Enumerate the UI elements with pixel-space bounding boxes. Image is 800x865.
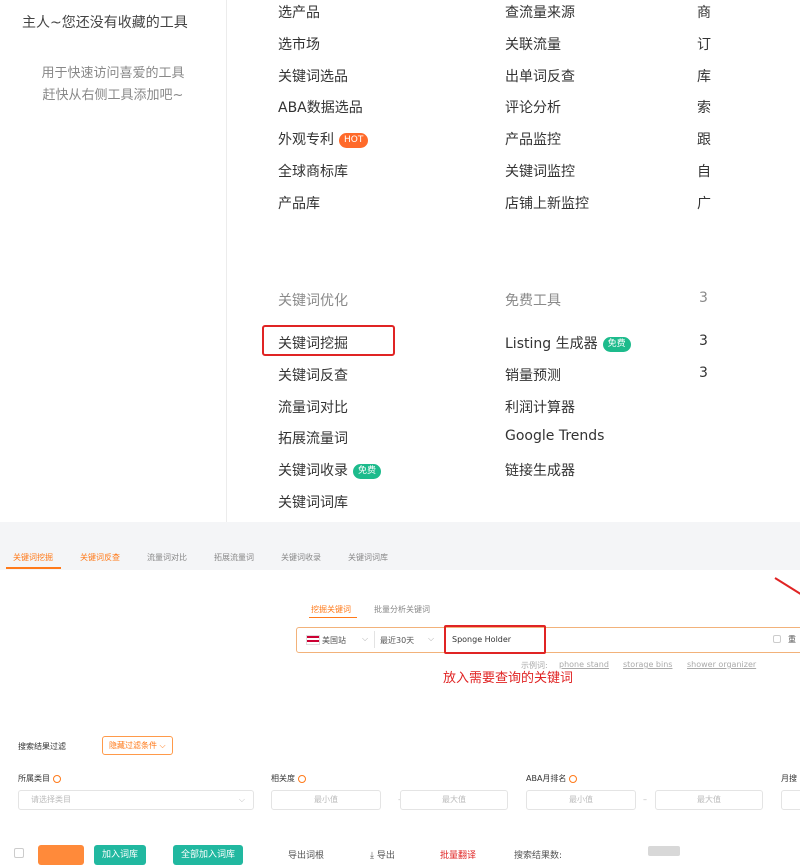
checkbox[interactable] xyxy=(773,635,781,643)
search-tab-mine[interactable]: 挖掘关键词 xyxy=(311,604,351,615)
menu-item-cut[interactable]: 3 xyxy=(699,365,708,381)
relevance-max-input[interactable]: 最大值 xyxy=(400,790,508,810)
menu-item-listing-generator[interactable]: Listing 生成器 免费 xyxy=(505,333,631,353)
menu-item-keyword-library[interactable]: 关键词词库 xyxy=(278,492,348,512)
hide-filter-label: 隐藏过滤条件 xyxy=(109,741,157,750)
hide-filter-toggle[interactable]: 隐藏过滤条件 ⌵ xyxy=(102,736,173,755)
aba-rank-label: ABA月排名 xyxy=(526,773,578,784)
period-select[interactable]: 最近30天 xyxy=(380,635,414,646)
menu-item-keyword-monitor[interactable]: 关键词监控 xyxy=(505,161,575,181)
menu-item-keyword-product[interactable]: 关键词选品 xyxy=(278,66,348,86)
marketplace-select[interactable]: 美国站 xyxy=(322,635,346,646)
group-title-free-tools: 免费工具 xyxy=(505,293,561,309)
add-all-to-library-button[interactable]: 全部加入词库 xyxy=(173,845,244,865)
menu-item-link-generator[interactable]: 链接生成器 xyxy=(505,460,575,480)
relevance-label: 相关度 xyxy=(271,773,306,784)
keyword-mining-highlight xyxy=(262,325,395,356)
tab-traffic-compare[interactable]: 流量词对比 xyxy=(147,552,187,563)
menu-item-keyword-index[interactable]: 关键词收录 免费 xyxy=(278,460,382,480)
result-count-label: 搜索结果数: xyxy=(514,851,563,861)
favorites-column: 主人~您还没有收藏的工具 用于快速访问喜爱的工具 赶快从右侧工具添加吧~ xyxy=(0,0,227,522)
info-icon xyxy=(298,774,306,783)
menu-item-google-trends[interactable]: Google Trends xyxy=(505,428,604,444)
filter-section-label: 搜索结果过滤 xyxy=(18,742,66,751)
info-icon xyxy=(569,774,578,783)
menu-item-product-library[interactable]: 产品库 xyxy=(278,193,320,213)
group-title-keyword-optimization: 关键词优化 xyxy=(278,293,348,309)
menu-item-keyword-reverse[interactable]: 关键词反查 xyxy=(278,365,348,385)
batch-translate-button[interactable]: 批量翻译 xyxy=(440,848,476,861)
action-button[interactable] xyxy=(38,845,84,865)
menu-item-traffic-compare[interactable]: 流量词对比 xyxy=(278,397,348,417)
menu-item-profit-calculator[interactable]: 利润计算器 xyxy=(505,397,575,417)
monthly-search-label: 月搜 xyxy=(781,774,797,783)
range-dash: – xyxy=(643,795,647,804)
aba-min-input[interactable]: 最小值 xyxy=(526,790,636,810)
menu-item-global-trademark[interactable]: 全球商标库 xyxy=(278,161,348,181)
select-all-checkbox[interactable] xyxy=(14,848,24,858)
search-bar xyxy=(296,627,800,653)
menu-item-cut[interactable]: 索 xyxy=(697,97,711,117)
favorites-hint-line2: 赶快从右侧工具添加吧~ xyxy=(42,88,184,103)
free-badge: 免费 xyxy=(353,463,382,479)
menu-item-select-market[interactable]: 选市场 xyxy=(278,34,320,54)
tab-keyword-reverse[interactable]: 关键词反查 xyxy=(80,552,120,563)
menu-item-label: 外观专利 xyxy=(278,132,334,148)
search-tab-batch[interactable]: 批量分析关键词 xyxy=(374,604,430,615)
tab-keyword-mining[interactable]: 关键词挖掘 xyxy=(13,552,53,563)
chevron-down-icon[interactable]: ⌵ xyxy=(362,634,368,644)
divider xyxy=(374,631,375,648)
menu-item-cut[interactable]: 库 xyxy=(697,66,711,86)
menu-item-cut[interactable]: 广 xyxy=(697,193,711,213)
menu-item-cut[interactable]: 订 xyxy=(697,34,711,54)
category-label: 所属类目 xyxy=(18,773,61,784)
favorites-hint-line1: 用于快速访问喜爱的工具 xyxy=(41,66,185,81)
menu-item-expand-traffic[interactable]: 拓展流量词 xyxy=(278,428,348,448)
menu-item-cut[interactable]: 跟 xyxy=(697,129,711,149)
search-tab-indicator xyxy=(309,617,357,618)
menu-item-label: 关键词收录 xyxy=(278,463,348,479)
add-to-library-button[interactable]: 加入词库 xyxy=(94,845,147,865)
aba-max-input[interactable]: 最大值 xyxy=(655,790,763,810)
menu-item-label: Listing 生成器 xyxy=(505,336,598,352)
menu-item-cut[interactable]: 自 xyxy=(697,161,711,181)
category-select[interactable]: 请选择类目 ⌵ xyxy=(18,790,254,810)
relevance-min-input[interactable]: 最小值 xyxy=(271,790,381,810)
group-title-cut: 3 xyxy=(699,290,708,306)
info-icon xyxy=(53,774,61,783)
menu-item-design-patent[interactable]: 外观专利 HOT xyxy=(278,129,369,149)
menu-item-sales-forecast[interactable]: 销量预测 xyxy=(505,365,561,385)
favorites-title: 主人~您还没有收藏的工具 xyxy=(22,15,188,31)
menu-item-select-product[interactable]: 选产品 xyxy=(278,2,320,22)
menu-item-cut[interactable]: 商 xyxy=(697,2,711,22)
menu-item-cut[interactable]: 3 xyxy=(699,333,708,349)
active-tab-indicator xyxy=(6,567,61,569)
hot-badge: HOT xyxy=(339,132,369,148)
page-size-select[interactable] xyxy=(648,846,680,856)
example-keyword[interactable]: shower organizer xyxy=(687,660,756,669)
export-button[interactable]: ⤓ 导出 xyxy=(370,848,395,861)
tab-expand-traffic[interactable]: 拓展流量词 xyxy=(214,552,254,563)
us-flag-icon xyxy=(306,635,320,645)
menu-item-store-monitor[interactable]: 店铺上新监控 xyxy=(505,193,589,213)
tool-menu-panel: 主人~您还没有收藏的工具 用于快速访问喜爱的工具 赶快从右侧工具添加吧~ 选产品… xyxy=(0,0,800,522)
chevron-down-icon: ⌵ xyxy=(159,741,166,750)
menu-item-traffic-source[interactable]: 查流量来源 xyxy=(505,2,575,22)
chevron-down-icon: ⌵ xyxy=(238,795,245,804)
monthly-min-input[interactable] xyxy=(781,790,800,810)
menu-item-product-monitor[interactable]: 产品监控 xyxy=(505,129,561,149)
tab-keyword-library[interactable]: 关键词词库 xyxy=(348,552,388,563)
example-keyword[interactable]: storage bins xyxy=(623,660,672,669)
tab-keyword-index[interactable]: 关键词收录 xyxy=(281,552,321,563)
free-badge: 免费 xyxy=(602,336,631,352)
right-cut-label: 重 xyxy=(788,635,796,644)
export-root-button[interactable]: 导出词根 xyxy=(288,848,324,861)
menu-item-order-keyword[interactable]: 出单词反查 xyxy=(505,66,575,86)
annotation-text: 放入需要查询的关键词 xyxy=(443,671,574,686)
menu-item-aba-data[interactable]: ABA数据选品 xyxy=(278,97,363,117)
menu-item-review-analysis[interactable]: 评论分析 xyxy=(505,97,561,117)
keyword-input-value: Sponge Holder xyxy=(452,635,512,644)
menu-item-related-traffic[interactable]: 关联流量 xyxy=(505,34,561,54)
chevron-down-icon[interactable]: ⌵ xyxy=(428,634,434,644)
